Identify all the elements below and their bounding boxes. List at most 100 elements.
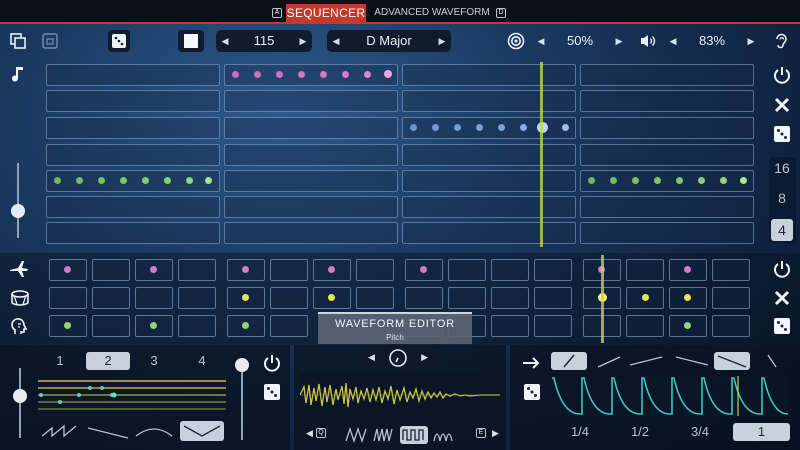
note-dot[interactable]	[120, 177, 127, 184]
envelope-direction-button[interactable]	[520, 351, 544, 375]
tab-advanced-waveform[interactable]: ADVANCED WAVEFORM	[370, 4, 494, 22]
pitch-prev-icon[interactable]: ◀	[368, 352, 375, 363]
melody-cell[interactable]	[580, 170, 754, 192]
drum-step[interactable]	[356, 259, 394, 281]
melody-cell[interactable]	[224, 144, 398, 166]
bpm-selector[interactable]: ◀ 115 ▶	[216, 30, 312, 52]
drum-step[interactable]	[448, 259, 486, 281]
drum-step[interactable]	[534, 259, 572, 281]
note-dot[interactable]	[76, 177, 83, 184]
drum-row-3-icon-button[interactable]	[8, 314, 32, 338]
swing-target-button[interactable]	[506, 31, 526, 51]
note-dot[interactable]	[520, 124, 527, 131]
length-option-whole[interactable]: 1	[733, 423, 790, 441]
volume-selector[interactable]: ◀ 83% ▶	[664, 30, 760, 52]
grid-count-4[interactable]: 4	[771, 219, 793, 241]
length-option-quarter[interactable]: 1/4	[558, 423, 602, 441]
note-dot[interactable]	[432, 124, 439, 131]
drum-step[interactable]	[491, 259, 529, 281]
volume-increase-icon[interactable]: ▶	[744, 30, 758, 52]
pattern-volume-slider[interactable]	[13, 389, 27, 403]
drum-power-button[interactable]	[770, 257, 794, 281]
note-dot[interactable]	[720, 177, 727, 184]
melody-cell[interactable]	[580, 64, 754, 86]
note-dot[interactable]	[298, 71, 305, 78]
drum-randomize-button[interactable]	[770, 314, 794, 338]
swing-selector[interactable]: ◀ 50% ▶	[532, 30, 628, 52]
note-dot[interactable]	[610, 177, 617, 184]
note-dot[interactable]	[205, 177, 212, 184]
melody-cell[interactable]	[46, 117, 220, 139]
drum-step[interactable]	[270, 315, 308, 337]
melody-cell[interactable]	[46, 90, 220, 112]
drum-clear-button[interactable]	[770, 286, 794, 310]
drum-step[interactable]	[92, 287, 130, 309]
note-dot[interactable]	[342, 71, 349, 78]
note-dot[interactable]	[98, 177, 105, 184]
drum-step[interactable]	[712, 259, 750, 281]
note-dot[interactable]	[254, 71, 261, 78]
paste-button[interactable]	[40, 31, 60, 51]
note-dot[interactable]	[410, 124, 417, 131]
drum-row-1-icon-button[interactable]	[8, 257, 32, 281]
melody-power-button[interactable]	[770, 63, 794, 87]
melody-cell[interactable]	[46, 196, 220, 218]
stop-button[interactable]	[178, 30, 204, 52]
scale-next-icon[interactable]: ▶	[435, 30, 449, 52]
drum-row-2-icon-button[interactable]	[8, 286, 32, 310]
melody-cell[interactable]	[224, 117, 398, 139]
drum-step[interactable]	[178, 315, 216, 337]
melody-cell[interactable]	[46, 144, 220, 166]
melody-cell[interactable]	[402, 170, 576, 192]
melody-cell[interactable]	[580, 90, 754, 112]
drum-step[interactable]	[534, 287, 572, 309]
drum-step[interactable]	[92, 315, 130, 337]
melody-cell[interactable]	[224, 90, 398, 112]
drum-step[interactable]	[178, 259, 216, 281]
drum-step[interactable]	[92, 259, 130, 281]
melody-cell[interactable]	[402, 196, 576, 218]
note-dot[interactable]	[676, 177, 683, 184]
volume-button[interactable]	[638, 31, 658, 51]
pattern-shape-selector[interactable]	[38, 420, 226, 442]
melody-cell[interactable]	[402, 117, 576, 139]
length-option-half[interactable]: 1/2	[618, 423, 662, 441]
listen-button[interactable]	[771, 31, 791, 51]
pattern-level-control[interactable]	[235, 352, 249, 440]
note-dot[interactable]	[320, 71, 327, 78]
pattern-tab-3[interactable]: 3	[138, 352, 170, 370]
melody-cell[interactable]	[402, 222, 576, 244]
grid-count-8[interactable]: 8	[770, 190, 794, 210]
swing-increase-icon[interactable]: ▶	[612, 30, 626, 52]
melody-cell[interactable]	[402, 64, 576, 86]
drum-step[interactable]	[626, 315, 664, 337]
grid-count-16[interactable]: 16	[770, 160, 794, 180]
drum-step[interactable]	[491, 287, 529, 309]
note-dot[interactable]	[186, 177, 193, 184]
melody-cell[interactable]	[580, 196, 754, 218]
waveform-pitch-selector[interactable]: ◀ ▶	[358, 347, 438, 369]
note-button[interactable]	[8, 63, 32, 87]
note-dot[interactable]	[476, 124, 483, 131]
note-dot[interactable]	[164, 177, 171, 184]
drum-step[interactable]	[712, 315, 750, 337]
melody-clear-button[interactable]	[770, 93, 794, 117]
melody-cell[interactable]	[580, 117, 754, 139]
drum-step[interactable]	[534, 315, 572, 337]
melody-cell[interactable]	[580, 144, 754, 166]
pattern-tab-4[interactable]: 4	[186, 352, 218, 370]
envelope-shape-selector[interactable]	[550, 351, 790, 371]
melody-cell[interactable]	[224, 196, 398, 218]
note-dot[interactable]	[142, 177, 149, 184]
bpm-increase-icon[interactable]: ▶	[296, 30, 310, 52]
waveform-type-selector[interactable]: ◀ Q E ▶	[304, 425, 504, 445]
drum-step[interactable]	[356, 287, 394, 309]
pattern-tab-2[interactable]: 2	[86, 352, 130, 370]
drum-step[interactable]	[491, 315, 529, 337]
drum-step[interactable]	[448, 287, 486, 309]
drum-step[interactable]	[178, 287, 216, 309]
note-dot[interactable]	[498, 124, 505, 131]
wave-prev-icon[interactable]: ◀	[306, 428, 313, 439]
envelope-randomize-button[interactable]	[520, 380, 544, 404]
pattern-tab-1[interactable]: 1	[44, 352, 76, 370]
